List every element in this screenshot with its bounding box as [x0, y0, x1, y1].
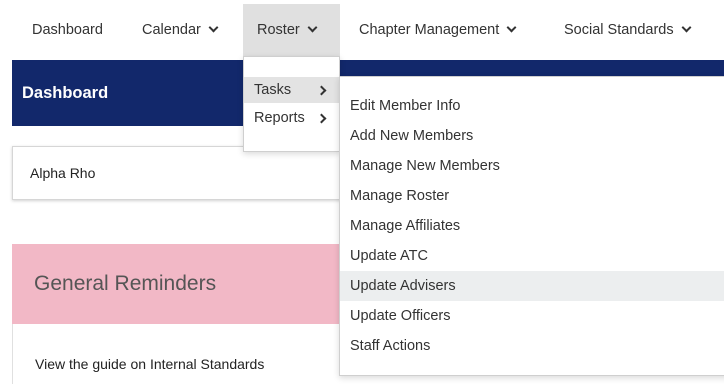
reminders-title: General Reminders [34, 272, 217, 295]
reminders-text: View the guide on Internal Standards [35, 356, 265, 372]
task-update-officers[interactable]: Update Officers [340, 301, 724, 331]
menu-item-tasks-label: Tasks [254, 82, 292, 98]
roster-dropdown-menu: Tasks Reports [243, 56, 340, 152]
menu-item-tasks[interactable]: Tasks [244, 77, 339, 103]
nav-roster-label: Roster [257, 22, 300, 38]
task-label: Staff Actions [350, 338, 431, 354]
task-label: Update Advisers [350, 278, 456, 294]
task-staff-actions[interactable]: Staff Actions [340, 331, 724, 361]
task-label: Manage Roster [350, 188, 450, 204]
task-label: Manage Affiliates [350, 218, 461, 234]
nav-social-standards-label: Social Standards [564, 22, 674, 38]
chapter-name: Alpha Rho [30, 165, 96, 181]
top-navigation: Dashboard Calendar Roster Chapter Manage… [0, 0, 724, 56]
nav-dashboard-label: Dashboard [32, 22, 103, 38]
chevron-down-icon [307, 22, 318, 33]
nav-chapter-management[interactable]: Chapter Management [345, 4, 529, 56]
chevron-down-icon [681, 22, 692, 33]
task-manage-roster[interactable]: Manage Roster [340, 181, 724, 211]
task-edit-member-info[interactable]: Edit Member Info [340, 91, 724, 121]
task-manage-new-members[interactable]: Manage New Members [340, 151, 724, 181]
chevron-down-icon [208, 22, 219, 33]
chevron-down-icon [506, 22, 517, 33]
task-manage-affiliates[interactable]: Manage Affiliates [340, 211, 724, 241]
menu-item-reports[interactable]: Reports [244, 105, 339, 131]
task-label: Add New Members [350, 128, 474, 144]
task-update-atc[interactable]: Update ATC [340, 241, 724, 271]
task-label: Manage New Members [350, 158, 500, 174]
nav-dashboard[interactable]: Dashboard [18, 4, 117, 56]
task-label: Update ATC [350, 248, 428, 264]
chevron-right-icon [316, 113, 327, 123]
chevron-right-icon [316, 85, 327, 95]
task-update-advisers[interactable]: Update Advisers [340, 271, 724, 301]
menu-item-reports-label: Reports [254, 110, 305, 126]
task-label: Update Officers [350, 308, 451, 324]
task-label: Edit Member Info [350, 98, 461, 114]
nav-roster[interactable]: Roster [243, 4, 340, 56]
nav-calendar[interactable]: Calendar [128, 4, 231, 56]
nav-calendar-label: Calendar [142, 22, 201, 38]
nav-social-standards[interactable]: Social Standards [550, 4, 704, 56]
tasks-submenu: Edit Member Info Add New Members Manage … [339, 76, 724, 376]
task-add-new-members[interactable]: Add New Members [340, 121, 724, 151]
page-title: Dashboard [22, 83, 109, 102]
nav-chapter-management-label: Chapter Management [359, 22, 500, 38]
